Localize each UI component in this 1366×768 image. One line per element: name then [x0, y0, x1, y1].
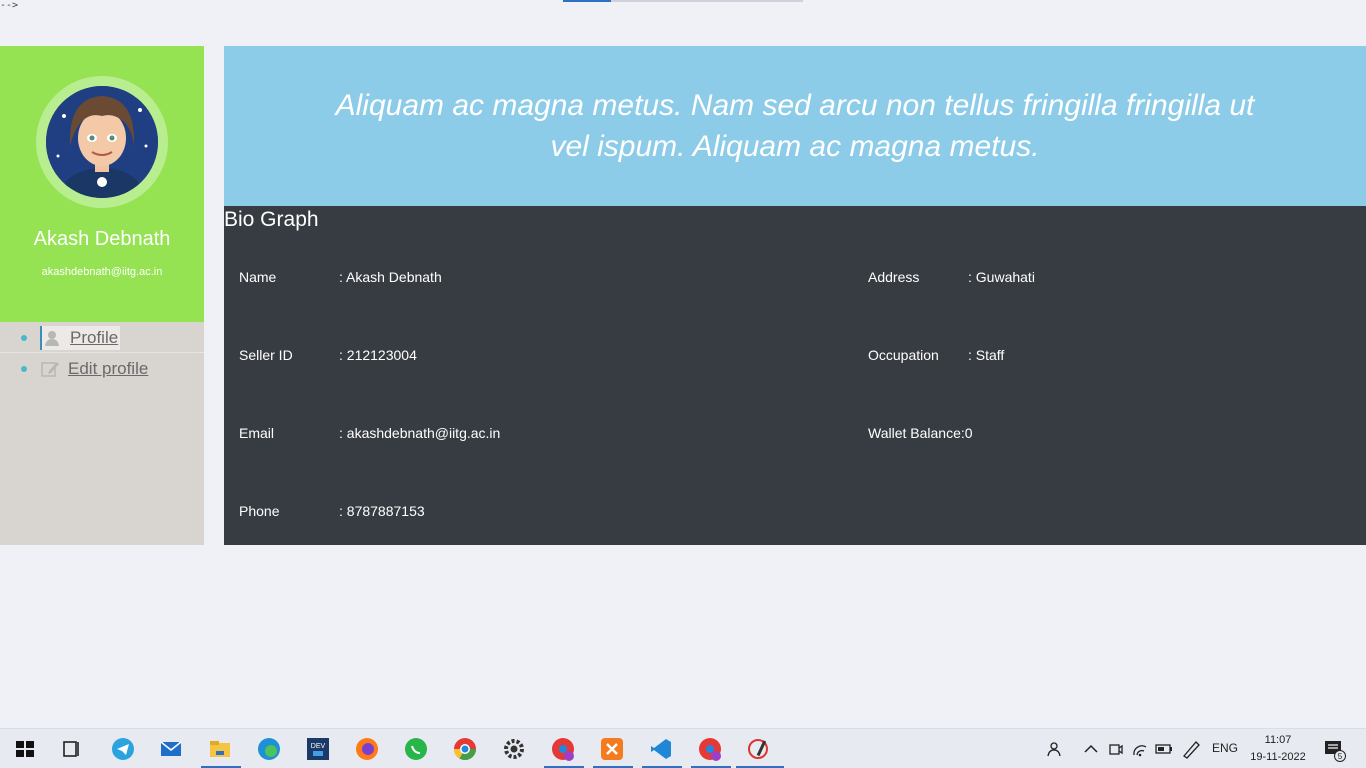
- bio-email-label: Email: [239, 425, 275, 441]
- windows-start-icon[interactable]: [12, 736, 38, 762]
- bio-address-value: : Guwahati: [968, 269, 1035, 285]
- sidebar-item-profile: Profile: [0, 322, 204, 353]
- hero-text: Aliquam ac magna metus. Nam sed arcu non…: [335, 89, 1255, 163]
- bio-occupation-value: : Staff: [968, 347, 1005, 363]
- edit-icon: [40, 359, 60, 379]
- bio-address-label: Address: [868, 269, 920, 285]
- avatar: [46, 86, 158, 198]
- top-tab-strip: [563, 0, 803, 2]
- corner-text: -->: [0, 0, 19, 11]
- sidebar-item-edit-profile: Edit profile: [0, 353, 204, 384]
- active-tab-indicator: [563, 0, 611, 2]
- avatar-illustration: [46, 86, 158, 198]
- sidebar-nav: Profile Edit profile: [0, 322, 204, 384]
- bio-graph-panel: Bio Graph Name : Akash Debnath Seller ID…: [224, 206, 1366, 545]
- bio-email-value: : akashdebnath@iitg.ac.in: [339, 425, 501, 441]
- chrome-icon[interactable]: [452, 736, 478, 762]
- settings-icon[interactable]: [501, 736, 527, 762]
- bullet: [21, 366, 27, 372]
- profile-link[interactable]: Profile: [40, 326, 121, 350]
- language-indicator[interactable]: ENG: [1212, 741, 1238, 755]
- people-icon[interactable]: [1043, 736, 1069, 762]
- edit-profile-link[interactable]: Edit profile: [40, 357, 148, 381]
- bio-wallet-row: Wallet Balance:0: [868, 425, 973, 441]
- bio-wallet-value: :0: [960, 425, 973, 441]
- user-name: Akash Debnath: [33, 228, 171, 250]
- mail-icon[interactable]: [158, 736, 184, 762]
- pen-icon[interactable]: [1178, 736, 1204, 762]
- bio-phone-label: Phone: [239, 503, 280, 519]
- battery-icon[interactable]: [1151, 736, 1177, 762]
- notification-count: 5: [1338, 752, 1343, 761]
- profile-label: Profile: [70, 328, 119, 347]
- chevron-up-icon[interactable]: [1078, 736, 1104, 762]
- file-explorer-icon[interactable]: [207, 736, 233, 762]
- bio-seller-id-label: Seller ID: [239, 347, 293, 363]
- edit-profile-label: Edit profile: [68, 359, 149, 378]
- notification-icon[interactable]: 5: [1321, 736, 1347, 762]
- meet-now-icon[interactable]: [1102, 736, 1128, 762]
- profile-panel: Akash Debnath akashdebnath@iitg.ac.in: [0, 46, 204, 322]
- bio-name-label: Name: [239, 269, 277, 285]
- svg-text:DEV: DEV: [311, 743, 326, 750]
- vscode-icon[interactable]: [648, 736, 674, 762]
- bio-seller-id-value: : 212123004: [339, 347, 417, 363]
- bio-graph-title: Bio Graph: [224, 208, 319, 231]
- paint-icon[interactable]: [746, 736, 772, 762]
- clock-time: 11:07: [1264, 734, 1292, 746]
- clock[interactable]: 11:07 19-11-2022: [1248, 732, 1308, 766]
- firefox-icon[interactable]: [354, 736, 380, 762]
- sidebar: Akash Debnath akashdebnath@iitg.ac.in Pr…: [0, 46, 204, 545]
- dev-icon[interactable]: DEV: [305, 736, 331, 762]
- bio-wallet-label: Wallet Balance: [868, 425, 961, 441]
- edge-icon[interactable]: [256, 736, 282, 762]
- user-icon: [42, 328, 62, 348]
- bullet: [21, 335, 27, 341]
- user-email: akashdebnath@iitg.ac.in: [41, 266, 163, 278]
- hero-banner: Aliquam ac magna metus. Nam sed arcu non…: [224, 46, 1366, 206]
- task-view-icon[interactable]: [58, 736, 84, 762]
- taskbar: DEV ENG 11:07 19-11-2022 5: [0, 728, 1366, 768]
- xampp-icon[interactable]: [599, 736, 625, 762]
- bio-name-value: : Akash Debnath: [339, 269, 442, 285]
- telegram-icon[interactable]: [110, 736, 136, 762]
- bio-phone-value: : 8787887153: [339, 503, 425, 519]
- chrome-profile-icon[interactable]: [550, 736, 576, 762]
- wifi-icon[interactable]: [1127, 736, 1153, 762]
- clock-date: 19-11-2022: [1250, 751, 1306, 763]
- whatsapp-icon[interactable]: [403, 736, 429, 762]
- bio-occupation-label: Occupation: [868, 347, 939, 363]
- chrome-profile-2-icon[interactable]: [697, 736, 723, 762]
